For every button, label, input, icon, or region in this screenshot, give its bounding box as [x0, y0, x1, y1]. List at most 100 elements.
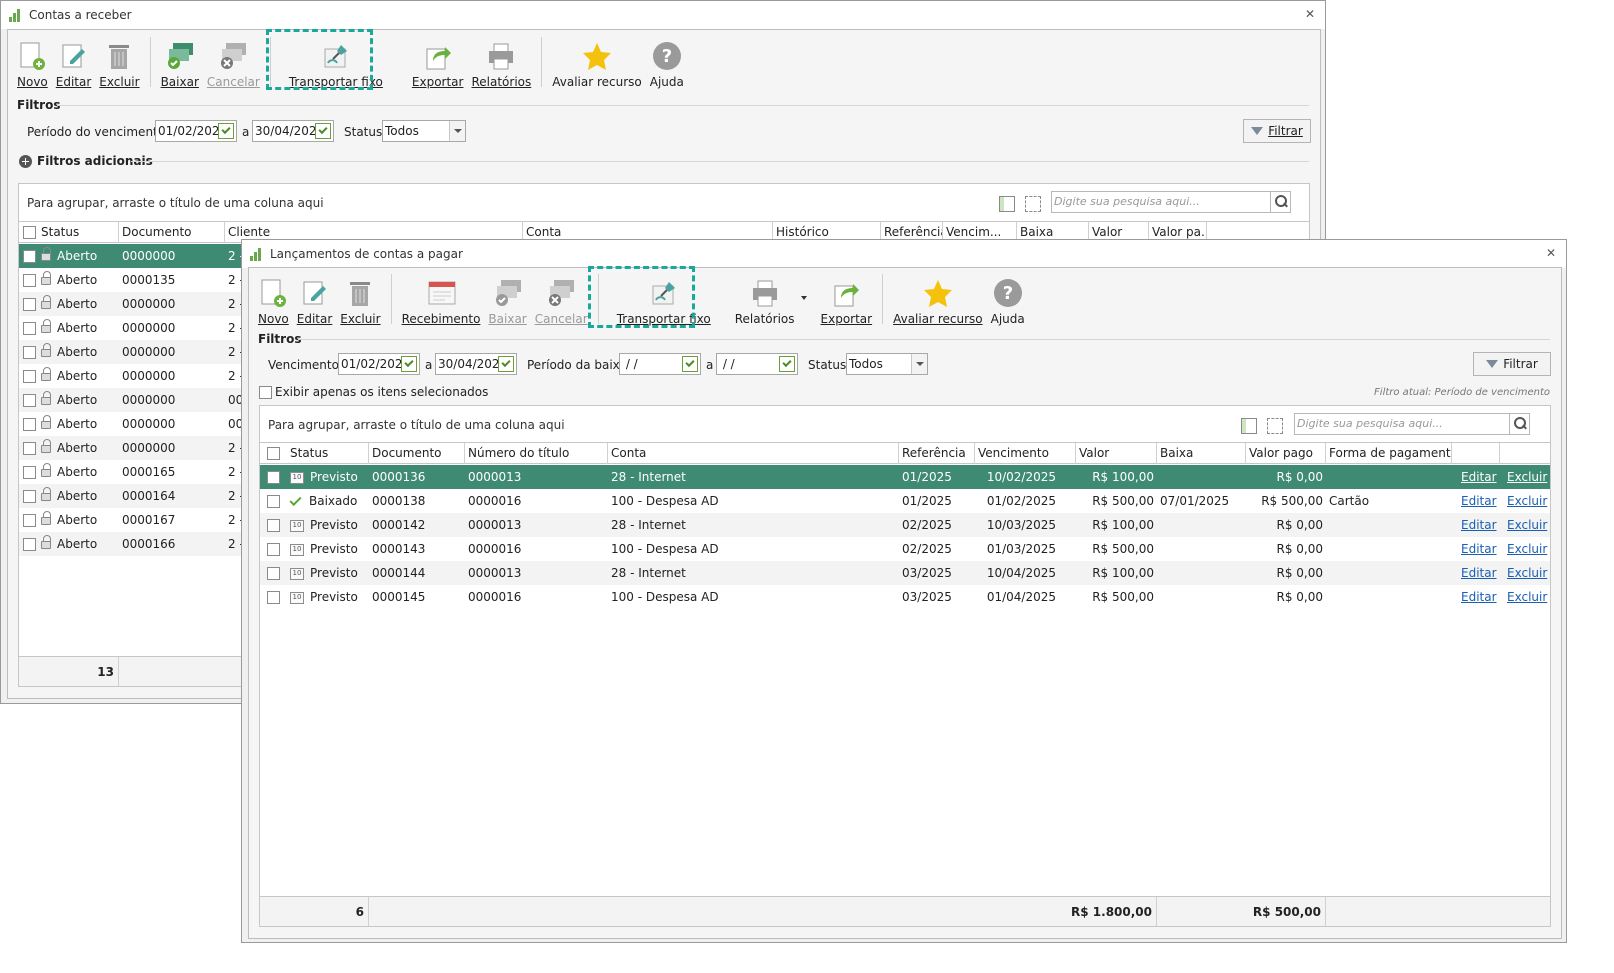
editar-link[interactable]: Editar: [1461, 470, 1497, 484]
table-row[interactable]: 10 Previsto 0000136 0000013 28 - Internet…: [260, 465, 1550, 489]
row-checkbox[interactable]: [23, 490, 36, 503]
calendar-icon[interactable]: [218, 123, 234, 139]
row-checkbox[interactable]: [23, 298, 36, 311]
expand-plus-icon[interactable]: [19, 155, 32, 168]
column-header[interactable]: Valor: [1076, 443, 1157, 464]
column-header[interactable]: Status: [38, 222, 119, 243]
relatorios-button[interactable]: Relatórios: [467, 33, 535, 89]
column-header[interactable]: Conta: [608, 443, 899, 464]
baixar-button[interactable]: Baixar: [484, 270, 530, 326]
relatorios-dropdown[interactable]: [799, 270, 809, 326]
chevron-down-icon[interactable]: [449, 121, 465, 141]
row-checkbox[interactable]: [23, 250, 36, 263]
excluir-link[interactable]: Excluir: [1507, 590, 1547, 604]
table-row[interactable]: 10 Previsto 0000143 0000016 100 - Despesa…: [260, 537, 1550, 561]
search-icon[interactable]: [1270, 192, 1290, 212]
group-settings-icon[interactable]: [1025, 196, 1041, 212]
close-icon[interactable]: ✕: [1305, 7, 1315, 21]
column-header[interactable]: Valor pago: [1246, 443, 1326, 464]
row-checkbox[interactable]: [267, 543, 280, 556]
table-row[interactable]: 10 Previsto 0000145 0000016 100 - Despesa…: [260, 585, 1550, 609]
group-settings-icon[interactable]: [1267, 418, 1283, 434]
row-checkbox[interactable]: [23, 394, 36, 407]
row-checkbox[interactable]: [23, 514, 36, 527]
row-checkbox[interactable]: [23, 466, 36, 479]
editar-link[interactable]: Editar: [1461, 590, 1497, 604]
excluir-button[interactable]: Excluir: [336, 270, 384, 326]
ajuda-button[interactable]: ? Ajuda: [987, 270, 1029, 326]
calendar-icon[interactable]: [401, 356, 417, 372]
date-to-field[interactable]: 30/04/2025: [252, 120, 334, 142]
row-checkbox[interactable]: [23, 442, 36, 455]
column-header[interactable]: Documento: [119, 222, 225, 243]
date-from-field[interactable]: 01/02/2025: [338, 353, 420, 375]
row-checkbox[interactable]: [267, 471, 280, 484]
excluir-button[interactable]: Excluir: [95, 33, 143, 89]
column-chooser-icon[interactable]: [999, 196, 1015, 212]
select-all-checkbox[interactable]: [267, 447, 280, 460]
close-icon[interactable]: ✕: [1546, 246, 1556, 260]
table-row[interactable]: Baixado 0000138 0000016 100 - Despesa AD…: [260, 489, 1550, 513]
editar-button[interactable]: Editar: [293, 270, 337, 326]
row-checkbox[interactable]: [23, 538, 36, 551]
status-select[interactable]: Todos: [846, 353, 928, 375]
exportar-button[interactable]: Exportar: [408, 33, 468, 89]
row-checkbox[interactable]: [23, 322, 36, 335]
calendar-icon[interactable]: [682, 356, 698, 372]
excluir-link[interactable]: Excluir: [1507, 470, 1547, 484]
row-checkbox[interactable]: [267, 591, 280, 604]
novo-button[interactable]: Novo: [13, 33, 52, 89]
column-header[interactable]: Documento: [369, 443, 465, 464]
ajuda-button[interactable]: ? Ajuda: [646, 33, 688, 89]
excluir-link[interactable]: Excluir: [1507, 566, 1547, 580]
column-header[interactable]: [1452, 443, 1500, 464]
calendar-icon[interactable]: [315, 123, 331, 139]
calendar-icon[interactable]: [779, 356, 795, 372]
editar-link[interactable]: Editar: [1461, 566, 1497, 580]
row-checkbox[interactable]: [23, 346, 36, 359]
editar-link[interactable]: Editar: [1461, 518, 1497, 532]
search-icon[interactable]: [1509, 414, 1529, 434]
status-select[interactable]: Todos: [382, 120, 466, 142]
select-all-checkbox[interactable]: [23, 226, 36, 239]
column-header[interactable]: Número do título: [465, 443, 608, 464]
editar-link[interactable]: Editar: [1461, 494, 1497, 508]
novo-button[interactable]: Novo: [254, 270, 293, 326]
recebimento-button[interactable]: Recebimento: [398, 270, 485, 326]
date-from-field[interactable]: 01/02/2025: [155, 120, 237, 142]
chevron-down-icon[interactable]: [911, 354, 927, 374]
row-checkbox[interactable]: [23, 418, 36, 431]
search-input[interactable]: Digite sua pesquisa aqui...: [1294, 413, 1530, 435]
column-header[interactable]: Status: [287, 443, 369, 464]
column-chooser-icon[interactable]: [1241, 418, 1257, 434]
cancelar-button[interactable]: Cancelar: [531, 270, 592, 326]
column-header[interactable]: Forma de pagamento: [1326, 443, 1452, 464]
excluir-link[interactable]: Excluir: [1507, 518, 1547, 532]
row-checkbox[interactable]: [23, 370, 36, 383]
row-checkbox[interactable]: [23, 274, 36, 287]
column-header[interactable]: Vencimento: [975, 443, 1076, 464]
editar-button[interactable]: Editar: [52, 33, 96, 89]
column-header[interactable]: [1500, 443, 1550, 464]
excluir-link[interactable]: Excluir: [1507, 542, 1547, 556]
column-header[interactable]: Baixa: [1157, 443, 1246, 464]
filtrar-button[interactable]: Filtrar: [1473, 352, 1551, 376]
row-checkbox[interactable]: [267, 567, 280, 580]
editar-link[interactable]: Editar: [1461, 542, 1497, 556]
row-checkbox[interactable]: [267, 519, 280, 532]
exibir-selecionados-checkbox[interactable]: [259, 386, 272, 399]
cancelar-button[interactable]: Cancelar: [203, 33, 264, 89]
baixa-to-field[interactable]: / /: [716, 353, 798, 375]
baixar-button[interactable]: Baixar: [157, 33, 203, 89]
table-row[interactable]: 10 Previsto 0000144 0000013 28 - Internet…: [260, 561, 1550, 585]
relatorios-button[interactable]: Relatórios: [723, 270, 799, 326]
baixa-from-field[interactable]: / /: [619, 353, 701, 375]
excluir-link[interactable]: Excluir: [1507, 494, 1547, 508]
date-to-field[interactable]: 30/04/2025: [435, 353, 517, 375]
filtrar-button[interactable]: Filtrar: [1243, 119, 1311, 143]
column-header[interactable]: Referência: [899, 443, 975, 464]
table-row[interactable]: 10 Previsto 0000142 0000013 28 - Internet…: [260, 513, 1550, 537]
avaliar-recurso-button[interactable]: Avaliar recurso: [548, 33, 646, 89]
avaliar-recurso-button[interactable]: Avaliar recurso: [889, 270, 987, 326]
row-checkbox[interactable]: [267, 495, 280, 508]
